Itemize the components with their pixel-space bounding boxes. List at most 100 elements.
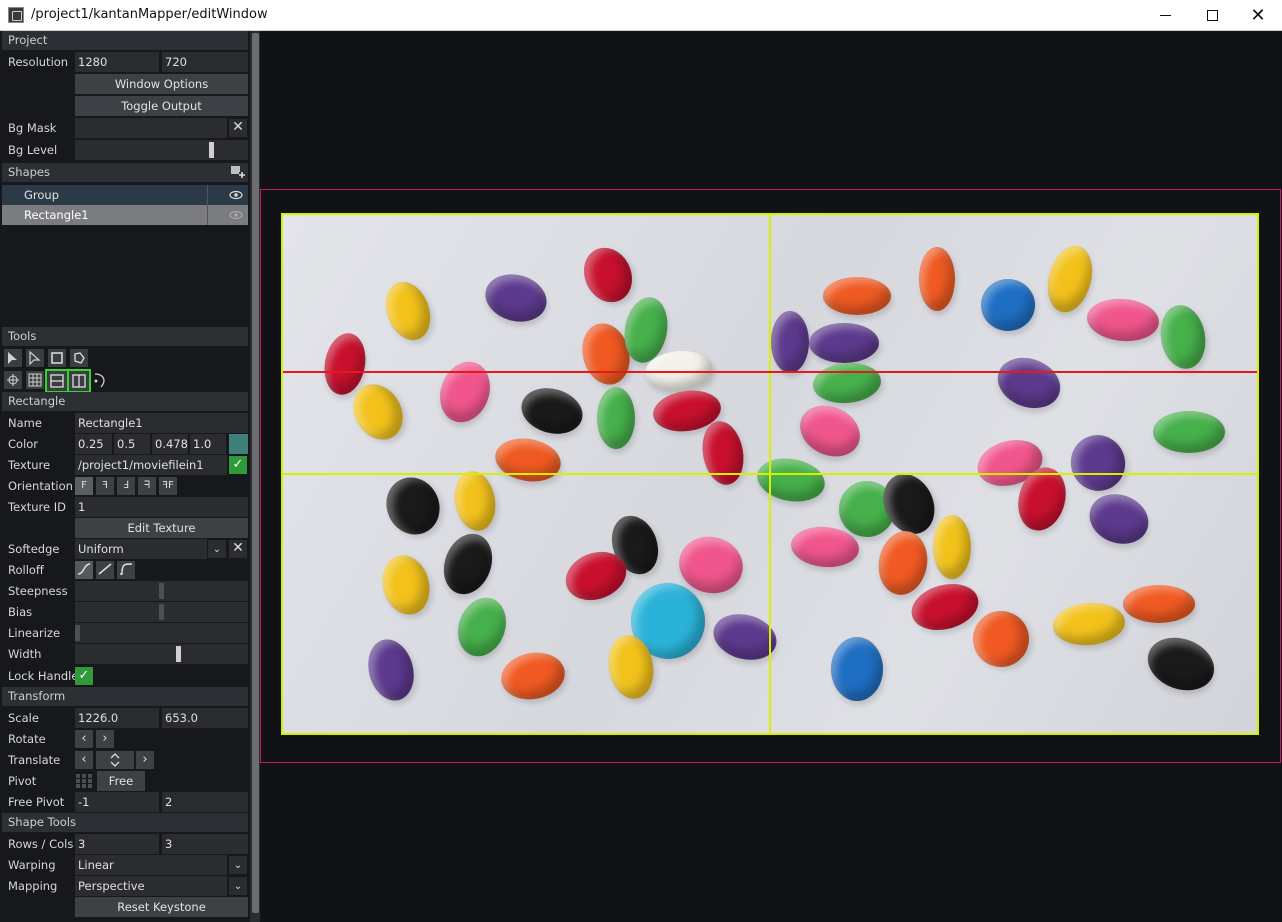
active-split-line[interactable] <box>283 371 1257 373</box>
grid-tool-icon[interactable] <box>26 371 44 389</box>
pivot-grid-icon[interactable] <box>75 773 93 789</box>
rolloff-smooth-button[interactable] <box>75 561 93 579</box>
chevron-left-icon: ‹ <box>81 752 87 767</box>
steepness-slider[interactable] <box>75 581 248 601</box>
linearize-slider[interactable] <box>75 623 248 643</box>
bezier-tool-icon[interactable] <box>92 371 110 389</box>
rolloff-label: Rolloff <box>8 563 44 577</box>
linearize-slider-handle[interactable] <box>75 625 80 641</box>
clear-softedge-button[interactable]: ✕ <box>229 540 247 558</box>
section-tools: Tools <box>2 327 248 346</box>
check-icon: ✓ <box>232 457 244 472</box>
reset-keystone-button[interactable]: Reset Keystone <box>75 897 248 917</box>
reset-keystone-row: Reset Keystone <box>2 897 248 917</box>
section-shapes: Shapes <box>2 163 248 182</box>
translate-right-button[interactable]: › <box>136 751 154 769</box>
shape-item-group[interactable]: Group <box>2 185 248 205</box>
rotate-left-button[interactable]: ‹ <box>75 730 93 748</box>
color-row: Color 0.25 0.5 0.478 1.0 <box>2 434 248 454</box>
orientation-row: Orientation F ꟻ Ⅎ ᖷ ꟻF <box>2 476 248 496</box>
grid-divider-horizontal[interactable] <box>283 473 1257 475</box>
clear-bg-mask-button[interactable]: ✕ <box>229 119 247 137</box>
resolution-height-field[interactable]: 720 <box>162 52 248 72</box>
cols-field[interactable]: 3 <box>162 834 248 854</box>
rolloff-smooth-icon <box>77 563 91 575</box>
rolloff-linear-button[interactable] <box>96 561 114 579</box>
mapping-select[interactable]: Perspective <box>75 876 227 896</box>
maximize-button[interactable] <box>1189 0 1235 31</box>
add-shape-icon[interactable] <box>230 165 246 179</box>
bg-level-slider-handle[interactable] <box>209 142 214 158</box>
color-a-field[interactable]: 1.0 <box>190 434 226 454</box>
scrollbar-thumb[interactable] <box>252 33 259 913</box>
orientation-rotate-180-button[interactable]: Ⅎ <box>117 477 135 495</box>
softedge-select[interactable]: Uniform <box>75 539 207 559</box>
texture-image <box>1153 411 1225 453</box>
orientation-normal-button[interactable]: F <box>75 477 93 495</box>
width-slider[interactable] <box>75 644 248 664</box>
name-field[interactable]: Rectangle1 <box>75 413 248 433</box>
bias-slider[interactable] <box>75 602 248 622</box>
lock-handle-checkbox[interactable]: ✓ <box>75 667 93 685</box>
free-pivot-x-field[interactable]: -1 <box>75 792 159 812</box>
color-r-field[interactable]: 0.25 <box>75 434 112 454</box>
scale-x-field[interactable]: 1226.0 <box>75 708 159 728</box>
name-label: Name <box>8 416 42 430</box>
texture-id-field[interactable]: 1 <box>75 497 248 517</box>
width-slider-handle[interactable] <box>176 646 181 662</box>
rotate-label: Rotate <box>8 732 46 746</box>
panel-scrollbar[interactable] <box>250 31 260 922</box>
rectangle-shape-texture[interactable] <box>281 213 1259 735</box>
window-options-button[interactable]: Window Options <box>75 74 248 94</box>
edit-texture-button[interactable]: Edit Texture <box>75 518 248 538</box>
texture-image <box>873 527 933 599</box>
bg-mask-field[interactable] <box>75 118 227 138</box>
bias-slider-handle[interactable] <box>159 604 164 620</box>
close-button[interactable]: ✕ <box>1235 0 1281 31</box>
texture-image <box>831 637 883 701</box>
crosshair-tool-icon[interactable] <box>4 371 22 389</box>
select-arrow-icon[interactable] <box>4 349 22 367</box>
rows-field[interactable]: 3 <box>75 834 159 854</box>
rectangle-tool-icon[interactable] <box>48 349 66 367</box>
eye-icon[interactable] <box>226 186 246 204</box>
warping-dropdown[interactable]: ⌄ <box>229 856 247 874</box>
shape-item-rectangle1[interactable]: Rectangle1 <box>2 205 248 225</box>
mapping-row: Mapping Perspective ⌄ <box>2 876 248 896</box>
toggle-output-button[interactable]: Toggle Output <box>75 96 248 116</box>
warping-select[interactable]: Linear <box>75 855 227 875</box>
mapping-viewport[interactable] <box>260 31 1282 922</box>
lock-handle-row: Lock Handle ✓ <box>2 666 248 686</box>
resolution-width-field[interactable]: 1280 <box>75 52 159 72</box>
select-point-icon[interactable] <box>26 349 44 367</box>
split-vertical-tool-icon[interactable] <box>67 369 91 393</box>
minimize-button[interactable] <box>1142 0 1188 31</box>
bias-label: Bias <box>8 605 33 619</box>
softedge-dropdown[interactable]: ⌄ <box>208 540 226 558</box>
free-pivot-y-field[interactable]: 2 <box>162 792 248 812</box>
orientation-rotate-90-button[interactable]: ꟻ <box>96 477 114 495</box>
mapping-dropdown[interactable]: ⌄ <box>229 877 247 895</box>
pivot-free-button[interactable]: Free <box>97 771 145 791</box>
rolloff-step-button[interactable] <box>117 561 135 579</box>
scale-y-field[interactable]: 653.0 <box>162 708 248 728</box>
eye-icon[interactable] <box>226 206 246 224</box>
rotate-right-button[interactable]: › <box>96 730 114 748</box>
bg-level-slider[interactable] <box>75 140 248 160</box>
color-b-field[interactable]: 0.478 <box>152 434 188 454</box>
color-swatch[interactable] <box>229 434 248 454</box>
translate-updown-button[interactable] <box>96 751 134 769</box>
orientation-flip-button[interactable]: ꟻF <box>159 477 177 495</box>
texture-field[interactable]: /project1/moviefilein1 <box>75 455 227 475</box>
grid-divider-vertical[interactable] <box>769 215 771 733</box>
orientation-rotate-270-button[interactable]: ᖷ <box>138 477 156 495</box>
texture-toggle[interactable]: ✓ <box>229 456 247 474</box>
color-g-field[interactable]: 0.5 <box>114 434 150 454</box>
texture-image <box>516 381 588 441</box>
texture-image <box>1063 427 1133 499</box>
freeform-tool-icon[interactable] <box>70 349 88 367</box>
steepness-slider-handle[interactable] <box>159 583 164 599</box>
split-horizontal-tool-icon[interactable] <box>45 369 69 393</box>
close-icon: ✕ <box>232 540 244 556</box>
translate-left-button[interactable]: ‹ <box>75 751 93 769</box>
